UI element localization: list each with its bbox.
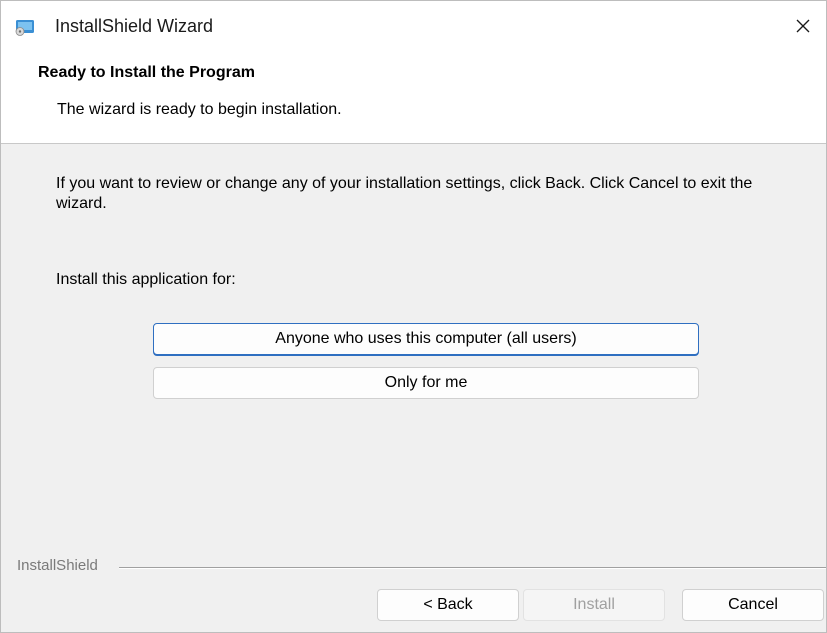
- title-bar: InstallShield Wizard: [1, 1, 826, 51]
- close-icon: [796, 19, 810, 33]
- window-title: InstallShield Wizard: [55, 16, 214, 36]
- page-title: Ready to Install the Program: [38, 64, 255, 81]
- only-for-me-button[interactable]: Only for me: [153, 367, 699, 399]
- installshield-brand-label: InstallShield: [17, 557, 98, 574]
- page-subtitle: The wizard is ready to begin installatio…: [57, 101, 342, 118]
- instructions-text: If you want to review or change any of y…: [56, 175, 753, 212]
- installer-icon: [15, 17, 35, 37]
- cancel-button[interactable]: Cancel: [682, 589, 824, 621]
- footer-divider: [119, 567, 826, 569]
- install-for-label: Install this application for:: [56, 271, 236, 288]
- all-users-button[interactable]: Anyone who uses this computer (all users…: [153, 323, 699, 355]
- back-button[interactable]: < Back: [377, 589, 519, 621]
- installshield-wizard-window: InstallShield Wizard Ready to Install th…: [0, 0, 827, 633]
- close-button[interactable]: [780, 1, 826, 51]
- install-button[interactable]: Install: [523, 589, 665, 621]
- wizard-header: Ready to Install the Program The wizard …: [1, 51, 826, 144]
